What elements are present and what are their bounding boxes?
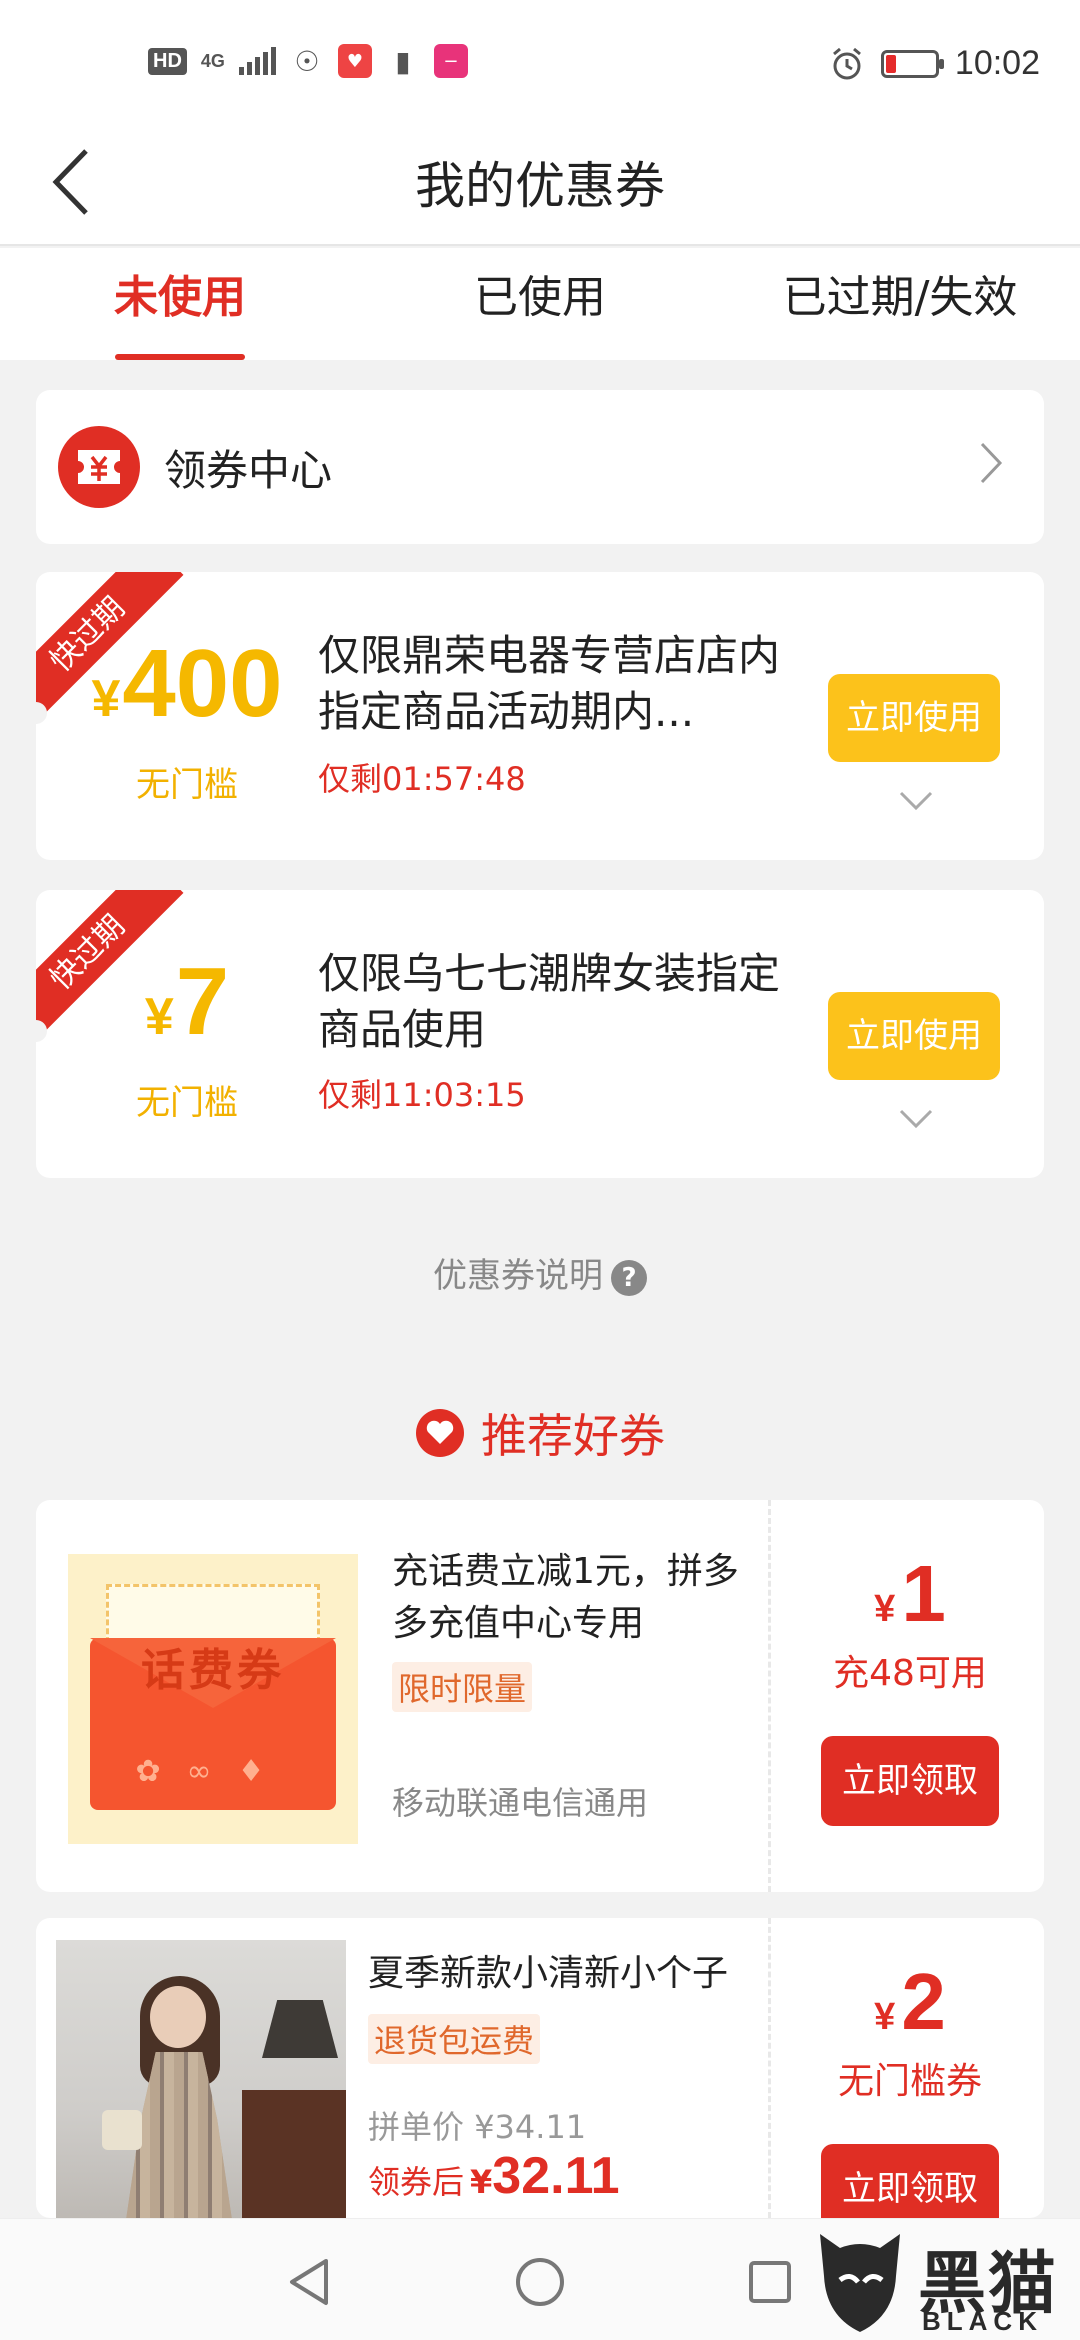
dress-product-image xyxy=(56,1940,346,2218)
coupon-card: 快过期 ¥400 无门槛 仅限鼎荣电器专营店店内指定商品活动期内... 仅剩01… xyxy=(36,572,1044,860)
explanation-label: 优惠券说明 xyxy=(433,1256,603,1296)
coupon-center-label: 领券中心 xyxy=(164,445,333,495)
limited-tag: 限时限量 xyxy=(392,1662,533,1712)
coupon-status-tabs: 未使用 已使用 已过期/失效 xyxy=(0,248,1080,360)
coupon-center-row[interactable]: 领券中心 xyxy=(36,390,1044,544)
active-tab-indicator xyxy=(115,354,245,360)
coupon-card: 快过期 ¥7 无门槛 仅限乌七七潮牌女装指定商品使用 仅剩11:03:15 立即… xyxy=(36,890,1044,1178)
recommended-coupon-value: ¥2 无门槛券 立即领取 xyxy=(776,1956,1044,2218)
recommended-coupon-card: 夏季新款小清新小个子 退货包运费 拼单价 ¥34.11 领券后 ¥32.11 ¥2… xyxy=(36,1918,1044,2218)
coupon-amount-block: ¥7 无门槛 xyxy=(56,950,318,1124)
question-mark-icon: ? xyxy=(611,1259,647,1296)
coupon-description: 仅限乌七七潮牌女装指定商品使用 xyxy=(318,949,781,1054)
recommended-coupon-value: ¥1 充48可用 立即领取 xyxy=(776,1548,1044,1826)
voucher-image-text: 话费券 xyxy=(141,1645,285,1696)
tab-label: 未使用 xyxy=(114,272,246,323)
recommend-title: 推荐好券 xyxy=(481,1409,665,1463)
network-type-label: 4G xyxy=(200,51,225,71)
claim-now-button[interactable]: 立即领取 xyxy=(821,2144,999,2218)
hd-icon: HD xyxy=(148,47,187,75)
black-cat-logo-icon xyxy=(820,2234,900,2332)
recommended-coupon-card: 话费券 ✿∞♦ 充话费立减1元，拼多多充值中心专用 限时限量 移动联通电信通用 … xyxy=(36,1500,1044,1892)
tab-used[interactable]: 已使用 xyxy=(360,248,720,360)
phone-credit-voucher-image: 话费券 ✿∞♦ xyxy=(68,1554,358,1844)
recommended-coupon-condition: 充48可用 xyxy=(833,1653,987,1694)
battery-icon xyxy=(880,49,944,78)
black-cat-watermark: 黑猫 BLACK CAT xyxy=(806,2222,1076,2340)
tab-expired[interactable]: 已过期/失效 xyxy=(720,248,1080,360)
coupon-threshold: 无门槛 xyxy=(136,1083,238,1123)
status-icons-right: 10:02 xyxy=(829,44,1040,83)
triangle-back-icon xyxy=(290,2259,328,2305)
price-after-coupon: 领券后 ¥32.11 xyxy=(368,2147,620,2205)
tab-label: 已过期/失效 xyxy=(782,272,1018,323)
coupon-amount: ¥7 xyxy=(144,948,230,1055)
dashed-divider xyxy=(768,1500,771,1892)
recommend-section-header: 推荐好券 xyxy=(0,1400,1080,1466)
status-bar: HD 4G ☉ ♥ ▮ − 10:02 xyxy=(0,0,1080,120)
product-title: 夏季新款小清新小个子 xyxy=(368,1953,729,1994)
chevron-down-icon[interactable] xyxy=(898,790,934,812)
circle-home-icon xyxy=(516,2258,564,2306)
recommended-coupon-subtitle: 移动联通电信通用 xyxy=(392,1784,649,1822)
group-price: 拼单价 ¥34.11 xyxy=(368,2108,587,2146)
recommended-coupon-amount: ¥1 xyxy=(874,1549,946,1638)
signal-icon xyxy=(238,47,276,75)
coupon-amount-block: ¥400 无门槛 xyxy=(56,632,318,806)
alarm-clock-icon xyxy=(832,47,861,79)
clock-time: 10:02 xyxy=(954,44,1040,82)
coupon-ticket-icon xyxy=(58,426,140,508)
app-notification-icon: ♥ xyxy=(337,44,372,78)
tab-unused[interactable]: 未使用 xyxy=(0,248,360,360)
coupon-amount: ¥400 xyxy=(91,630,283,737)
coupon-threshold: 无门槛 xyxy=(136,765,238,805)
page-title: 我的优惠券 xyxy=(415,157,665,215)
coupon-countdown: 仅剩01:57:48 xyxy=(318,760,526,798)
watermark-subtext: BLACK CAT xyxy=(922,2306,1043,2340)
carrier-logos-icon: ✿∞♦ xyxy=(135,1754,291,1789)
nav-recents-button[interactable] xyxy=(735,2247,805,2317)
app-header: 我的优惠券 xyxy=(0,120,1080,246)
use-now-button[interactable]: 立即使用 xyxy=(828,992,1000,1080)
app-notification-icon-2: − xyxy=(433,44,468,78)
use-now-button[interactable]: 立即使用 xyxy=(828,674,1000,762)
tab-label: 已使用 xyxy=(474,272,606,323)
heart-badge-icon xyxy=(416,1409,464,1457)
square-recents-icon xyxy=(749,2261,791,2303)
recommended-coupon-condition: 无门槛券 xyxy=(837,2061,982,2102)
recommended-coupon-amount: ¥2 xyxy=(874,1957,946,2046)
alarm-bell-icon: ☉ xyxy=(289,44,324,78)
coupon-explanation-link[interactable]: 优惠券说明? xyxy=(0,1248,1080,1297)
status-icons-left: HD 4G ☉ ♥ ▮ − xyxy=(148,44,468,78)
chevron-down-icon[interactable] xyxy=(898,1108,934,1130)
coupon-description: 仅限鼎荣电器专营店店内指定商品活动期内... xyxy=(318,631,781,736)
recommended-coupon-title: 充话费立减1元，拼多多充值中心专用 xyxy=(392,1551,739,1644)
chevron-right-icon xyxy=(980,442,1003,484)
dashed-divider xyxy=(768,1918,771,2218)
free-return-shipping-tag: 退货包运费 xyxy=(368,2014,541,2064)
nav-home-button[interactable] xyxy=(505,2247,575,2317)
claim-now-button[interactable]: 立即领取 xyxy=(821,1736,999,1826)
coupon-countdown: 仅剩11:03:15 xyxy=(318,1076,526,1114)
nav-back-button[interactable] xyxy=(274,2247,344,2317)
battery-saver-icon: ▮ xyxy=(385,44,420,78)
